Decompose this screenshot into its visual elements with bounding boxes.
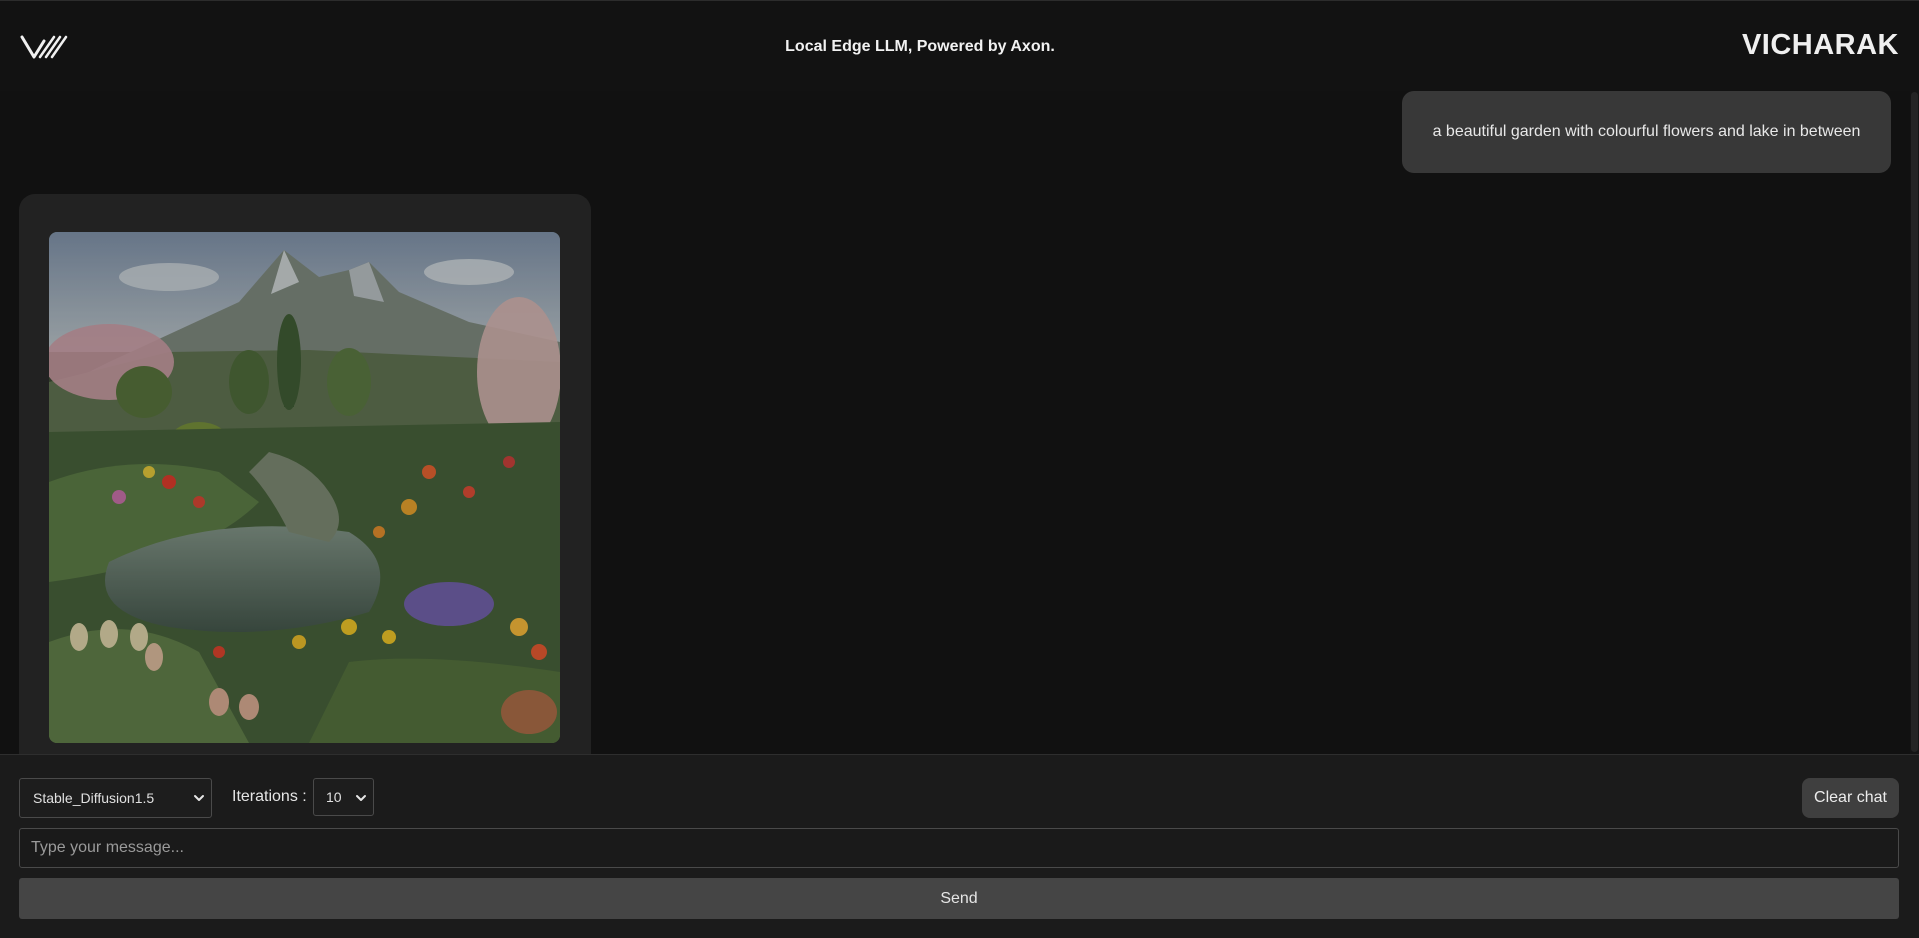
scrollbar-thumb[interactable] [1911, 92, 1918, 752]
brand-name: VICHARAK [1741, 29, 1899, 61]
chevron-down-icon [194, 795, 204, 801]
header-title: Local Edge LLM, Powered by Axon. [785, 38, 1055, 55]
garden-image [49, 232, 560, 743]
chevron-down-icon [356, 795, 366, 801]
input-panel: Stable_Diffusion1.5 Iterations : 10 Clea… [0, 754, 1919, 938]
assistant-message [19, 194, 591, 754]
generated-image [49, 232, 560, 743]
model-select[interactable]: Stable_Diffusion1.5 [19, 778, 212, 818]
chat-scrollbar[interactable] [1910, 90, 1919, 754]
message-input[interactable] [19, 828, 1899, 868]
send-button[interactable]: Send [19, 878, 1899, 919]
user-message: a beautiful garden with colourful flower… [1402, 91, 1891, 173]
chat-area: a beautiful garden with colourful flower… [0, 90, 1912, 754]
iterations-select-value: 10 [326, 789, 342, 805]
clear-chat-button[interactable]: Clear chat [1802, 778, 1899, 818]
app-header: Local Edge LLM, Powered by Axon. VICHARA… [0, 0, 1919, 91]
model-select-value: Stable_Diffusion1.5 [33, 790, 155, 806]
iterations-select[interactable]: 10 [313, 778, 374, 816]
iterations-label: Iterations : [232, 788, 307, 805]
